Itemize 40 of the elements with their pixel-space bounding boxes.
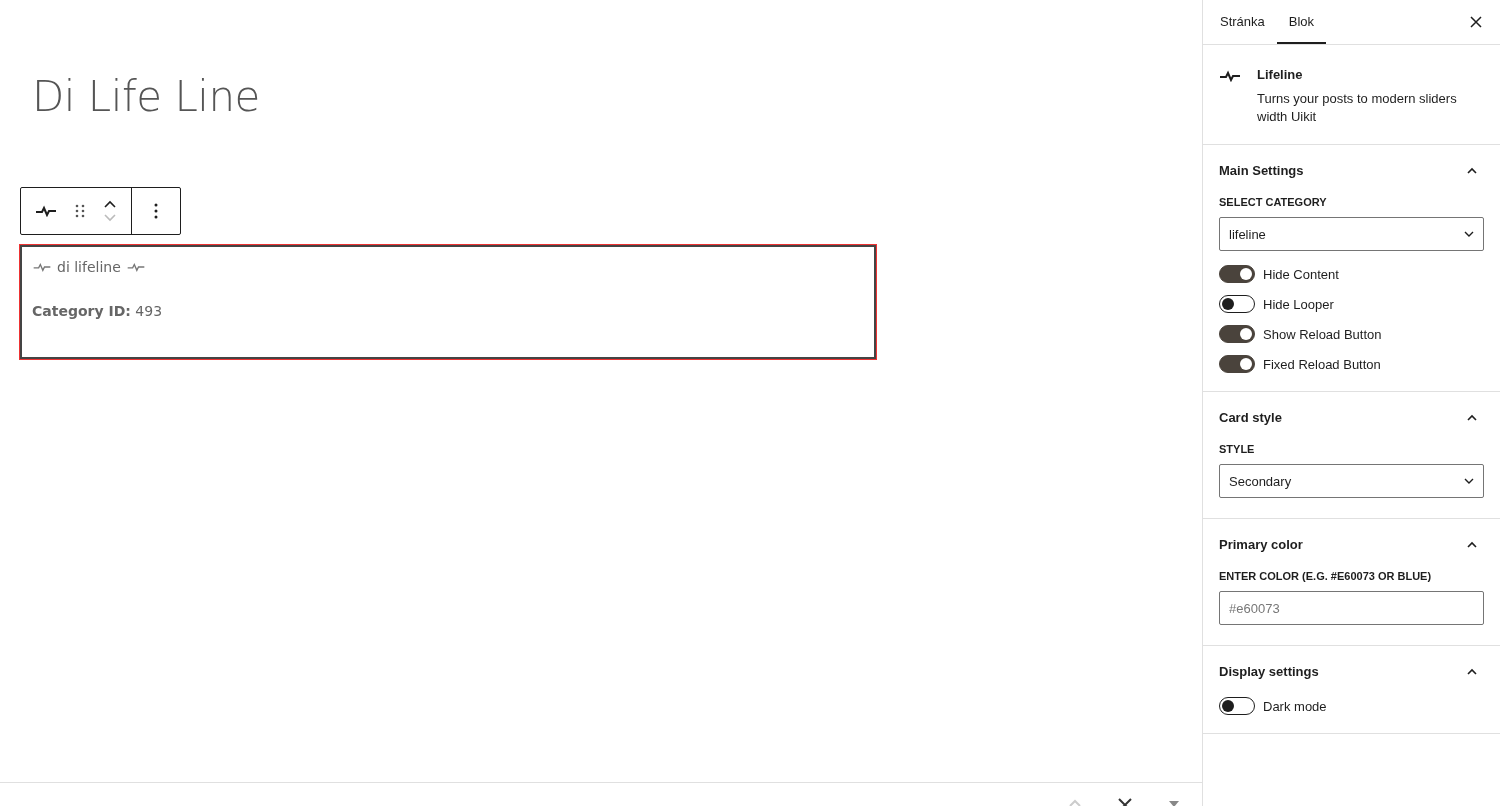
panel-header[interactable]: Main Settings [1219,145,1484,197]
drag-handle-icon[interactable] [75,204,85,218]
sidebar-tab[interactable]: Stránka [1208,0,1277,44]
block-title: di lifeline [57,259,121,275]
category-id-text: Category ID: 493 [32,303,164,319]
close-icon[interactable] [1470,16,1482,28]
toggle-switch[interactable] [1219,265,1255,284]
toggle-label: Show Reload Button [1263,326,1382,342]
block-preview[interactable]: di lifeline Category ID: 493 [20,245,876,359]
pulse-icon [32,262,52,272]
field-label: STYLE [1219,443,1256,456]
panel-header[interactable]: Primary color [1219,519,1484,571]
toggle-label: Fixed Reload Button [1263,356,1381,372]
sidebar-tab[interactable]: Blok [1276,0,1327,44]
panel-header[interactable]: Display settings [1219,646,1484,698]
panel-header[interactable]: Card style [1219,392,1484,444]
toggle-switch[interactable] [1219,355,1255,374]
block-description: Turns your posts to modern sliders width Uikit [1257,90,1458,127]
select-field[interactable]: lifeline [1219,217,1484,252]
toggle-switch[interactable] [1219,697,1255,716]
chevron-down-icon [1464,231,1474,238]
toggle-switch[interactable] [1219,295,1255,314]
block-name: Lifeline [1257,67,1304,82]
color-input[interactable]: #e60073 [1219,591,1484,626]
caret-down-icon[interactable] [1168,800,1180,806]
toggle-label: Hide Content [1263,266,1339,282]
field-label: ENTER COLOR (E.G. #E60073 OR BLUE) [1219,570,1433,583]
field-label: SELECT CATEGORY [1219,196,1328,209]
toggle-label: Dark mode [1263,698,1327,714]
move-up-icon[interactable] [103,200,117,209]
pulse-icon[interactable] [35,205,57,217]
pulse-icon [1219,70,1241,82]
more-options-icon[interactable] [154,203,158,219]
toggle-switch[interactable] [1219,325,1255,344]
select-field[interactable]: Secondary [1219,464,1484,499]
post-title[interactable]: Di Life Line [32,72,260,121]
toggle-label: Hide Looper [1263,296,1334,312]
close-icon[interactable] [1117,798,1133,806]
pulse-icon [125,262,146,272]
chevron-down-icon [1464,478,1474,485]
